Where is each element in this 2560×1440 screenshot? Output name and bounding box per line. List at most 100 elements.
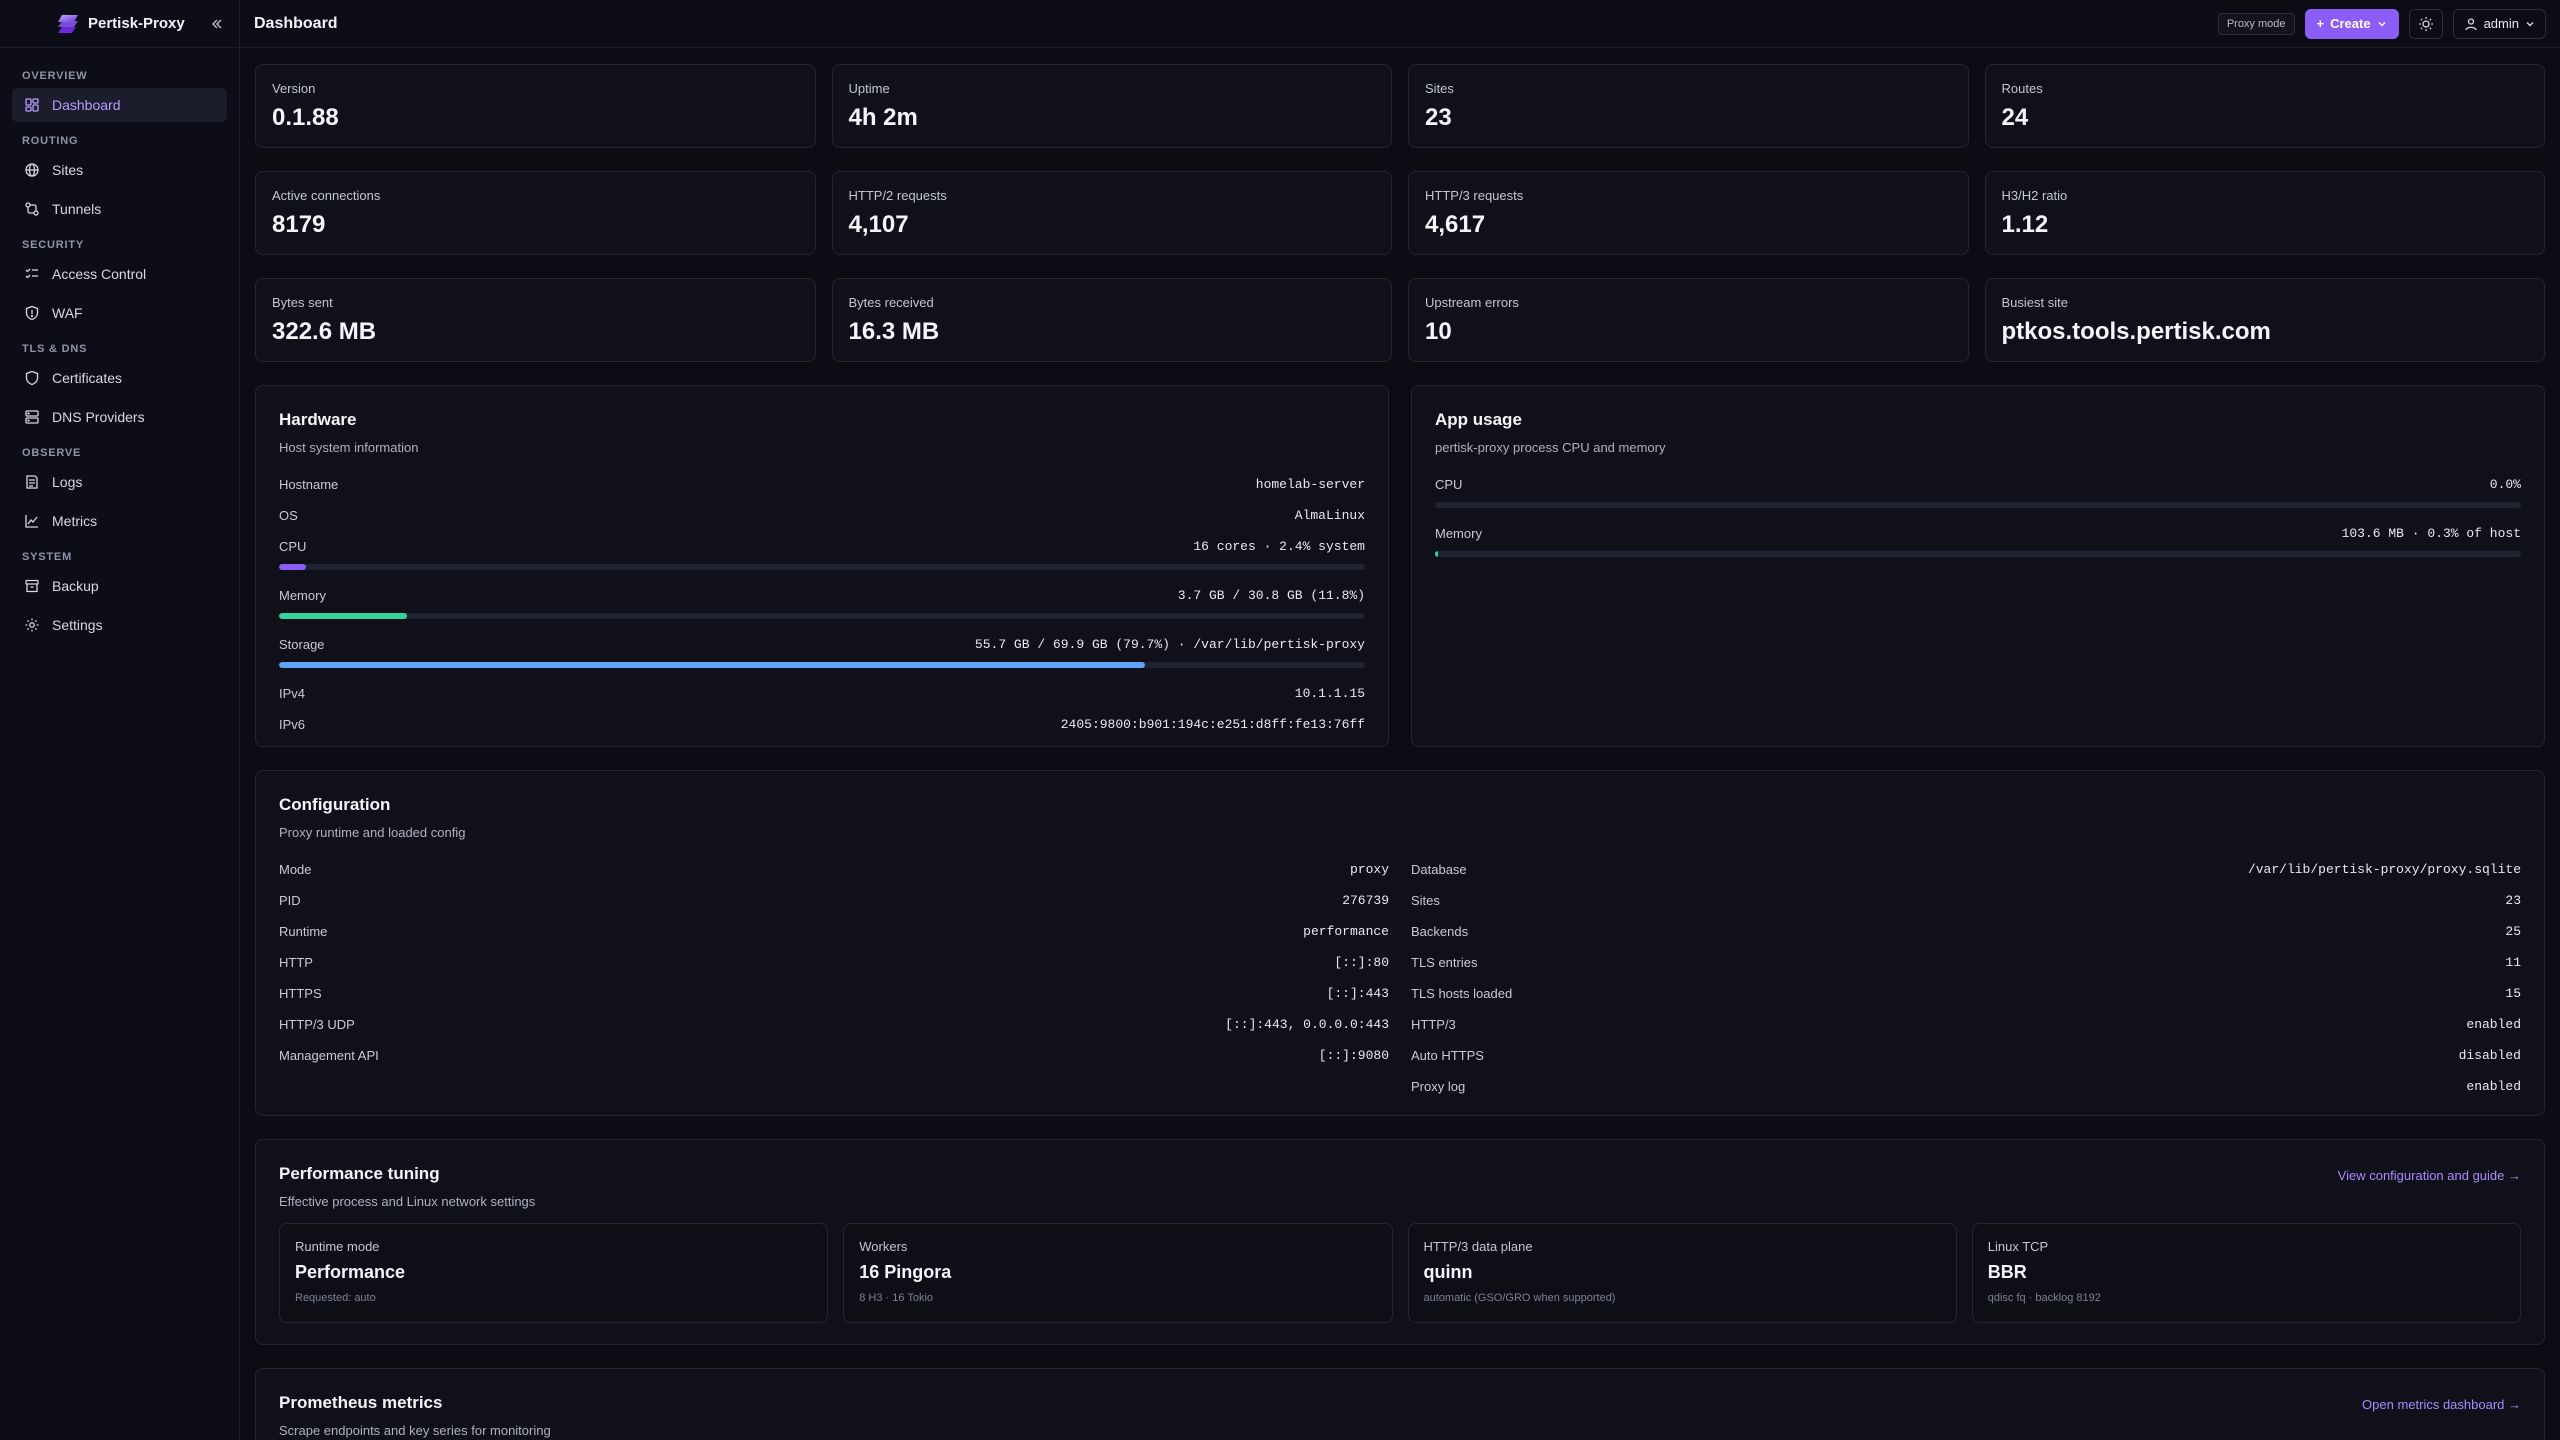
kv-value: performance <box>1303 924 1389 939</box>
brand: Pertisk-Proxy <box>0 0 239 48</box>
stat-card-h3-h2-ratio: H3/H2 ratio 1.12 <box>1984 171 2545 255</box>
config-row-http3: HTTP/3 enabled <box>1411 1009 2521 1040</box>
perf-label: Linux TCP <box>1987 1239 2049 1254</box>
kv-value: [::]:443 <box>1326 986 1389 1001</box>
perf-note: qdisc fq · backlog 8192 <box>1987 1292 2101 1304</box>
main-content: Version 0.1.88 Uptime 4h 2m Sites 23 Routes… <box>255 64 2545 1440</box>
card-subtitle: Scrape endpoints and key series for moni… <box>279 1423 551 1438</box>
nav-section-title: OBSERVE <box>22 447 82 459</box>
sidebar-item-logs[interactable]: Logs <box>12 465 227 499</box>
config-row-mode: Mode proxy <box>279 854 1389 885</box>
stat-label: HTTP/2 requests <box>848 188 947 203</box>
sidebar-item-waf[interactable]: WAF <box>12 296 227 330</box>
app-cpu-row: CPU 0.0% <box>1435 469 2521 500</box>
kv-label: Memory <box>1435 526 1482 541</box>
nav-section-tls-dns: TLS & DNS Certificates DNS Providers <box>12 335 227 434</box>
kv-value: 2405:9800:b901:194c:e251:d8ff:fe13:76ff <box>1060 717 1365 732</box>
performance-tuning-card: Performance tuning Effective process and… <box>255 1139 2545 1345</box>
sidebar-item-metrics[interactable]: Metrics <box>12 504 227 538</box>
stat-value: 23 <box>1425 104 1452 131</box>
collapse-sidebar-button[interactable] <box>206 13 228 35</box>
nav-section-title: TLS & DNS <box>22 343 88 355</box>
nav-section-system: SYSTEM Backup Settings <box>12 543 227 642</box>
sidebar-item-tunnels[interactable]: Tunnels <box>12 192 227 226</box>
kv-label: CPU <box>279 539 307 554</box>
sidebar-item-dashboard[interactable]: Dashboard <box>12 88 227 122</box>
perf-tile-runtime-mode: Runtime mode Performance Requested: auto <box>279 1223 829 1323</box>
stat-card-upstream-errors: Upstream errors 10 <box>1408 278 1969 362</box>
open-metrics-dashboard-link[interactable]: Open metrics dashboard → <box>2362 1397 2521 1412</box>
config-row-https: HTTPS [::]:443 <box>279 978 1389 1009</box>
sidebar-item-dns-providers[interactable]: DNS Providers <box>12 400 227 434</box>
sidebar-item-access-control[interactable]: Access Control <box>12 257 227 291</box>
sidebar-item-backup[interactable]: Backup <box>12 569 227 603</box>
proxy-mode-badge: Proxy mode <box>2217 12 2295 35</box>
cpu-usage-bar-fill <box>279 564 307 570</box>
sidebar-item-label: Logs <box>52 474 83 490</box>
cpu-usage-bar <box>279 564 1365 570</box>
list-check-icon <box>25 268 38 279</box>
stat-label: Busiest site <box>2001 295 2068 310</box>
perf-value: 16 Pingora <box>859 1262 952 1282</box>
theme-toggle-button[interactable] <box>2408 8 2443 39</box>
config-right-column: Database/var/lib/pertisk-proxy/proxy.sql… <box>1411 854 2521 1102</box>
stats-row: Active connections 8179 HTTP/2 requests 4,… <box>255 171 2545 255</box>
sidebar: Pertisk-Proxy OVERVIEW Dashboard ROUTING… <box>0 0 240 1440</box>
prometheus-metrics-card: Prometheus metrics Scrape endpoints and … <box>255 1368 2545 1440</box>
kv-label: HTTP/3 UDP <box>279 1017 355 1032</box>
nav-section-overview: OVERVIEW Dashboard <box>12 62 227 122</box>
chart-line-icon <box>25 515 38 528</box>
card-subtitle: Effective process and Linux network sett… <box>279 1194 536 1209</box>
stat-value: 1.12 <box>2001 211 2049 238</box>
stat-value: 16.3 MB <box>848 318 940 345</box>
user-name: admin <box>2483 16 2519 31</box>
stat-value: 24 <box>2001 104 2029 131</box>
sidebar-item-label: Settings <box>52 617 103 633</box>
view-configuration-link[interactable]: View configuration and guide → <box>2338 1168 2521 1183</box>
storage-row: Storage 55.7 GB / 69.9 GB (79.7%) · /var/… <box>279 629 1365 660</box>
perf-note: Requested: auto <box>295 1292 376 1304</box>
stat-label: Active connections <box>272 188 381 203</box>
kv-value: /var/lib/pertisk-proxy/proxy.sqlite <box>2247 862 2521 877</box>
user-menu-button[interactable]: admin <box>2452 8 2546 39</box>
os-row: OS AlmaLinux <box>279 500 1365 531</box>
kv-label: PID <box>279 893 301 908</box>
config-row-backends: Backends 25 <box>1411 916 2521 947</box>
shield-icon <box>25 305 39 321</box>
sidebar-item-label: Dashboard <box>52 97 121 113</box>
kv-value: [::]:443, 0.0.0.0:443 <box>1225 1017 1389 1032</box>
kv-value: 16 cores · 2.4% system <box>1193 539 1365 554</box>
kv-value: AlmaLinux <box>1294 508 1365 523</box>
stat-label: Uptime <box>848 81 890 96</box>
sidebar-item-label: Backup <box>52 578 99 594</box>
perf-note: 8 H3 · 16 Tokio <box>859 1292 934 1304</box>
logo-icon <box>58 15 78 33</box>
memory-row: Memory 3.7 GB / 30.8 GB (11.8%) <box>279 580 1365 611</box>
user-icon <box>2464 17 2477 30</box>
plus-icon: + <box>2316 16 2325 31</box>
sidebar-item-settings[interactable]: Settings <box>12 608 227 642</box>
stat-value: 8179 <box>272 211 326 238</box>
sidebar-item-certificates[interactable]: Certificates <box>12 361 227 395</box>
kv-value: enabled <box>2466 1079 2521 1094</box>
configuration-card: Configuration Proxy runtime and loaded c… <box>255 770 2545 1116</box>
performance-tiles: Runtime mode Performance Requested: auto W… <box>279 1223 2521 1323</box>
stat-value: 4,617 <box>1425 211 1486 238</box>
kv-label: Memory <box>279 588 326 603</box>
perf-value: quinn <box>1423 1262 1473 1282</box>
logs-icon <box>26 475 38 489</box>
sidebar-item-sites[interactable]: Sites <box>12 153 227 187</box>
kv-label: Management API <box>279 1048 379 1063</box>
page-title: Dashboard <box>254 14 338 32</box>
kv-label: TLS entries <box>1411 955 1478 970</box>
stat-card-http2-requests: HTTP/2 requests 4,107 <box>831 171 1392 255</box>
config-row-auto-https: Auto HTTPS disabled <box>1411 1040 2521 1071</box>
archive-icon <box>25 579 39 593</box>
stat-value: 10 <box>1425 318 1452 345</box>
config-row-pid: PID 276739 <box>279 885 1389 916</box>
chevron-down-icon <box>2526 21 2534 26</box>
create-button[interactable]: + Create <box>2304 8 2399 39</box>
stat-label: Version <box>272 81 316 96</box>
app-memory-usage-bar <box>1435 551 2521 557</box>
stat-value: 322.6 MB <box>272 318 377 345</box>
